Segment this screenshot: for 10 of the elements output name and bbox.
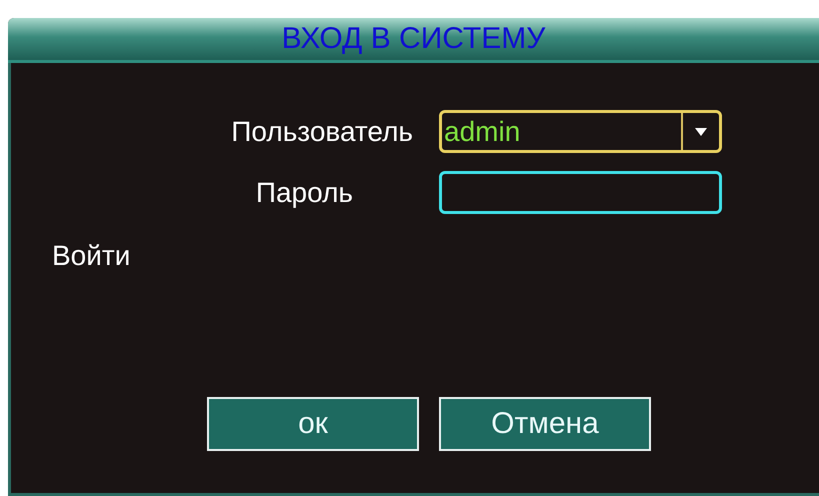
field-label: Пароль <box>256 176 353 208</box>
status-text: Войти <box>52 240 130 272</box>
cancel-button[interactable]: Отмена <box>439 397 651 451</box>
window-title: ВХОД В СИСТЕМУ <box>282 22 546 56</box>
dropdown-value: admin <box>443 116 522 148</box>
ok-button[interactable]: ок <box>207 397 419 451</box>
user-dropdown[interactable]: admin <box>439 110 722 153</box>
caret-icon <box>695 128 707 136</box>
field-label: Пользователь <box>231 116 413 148</box>
password-field[interactable] <box>439 171 722 214</box>
